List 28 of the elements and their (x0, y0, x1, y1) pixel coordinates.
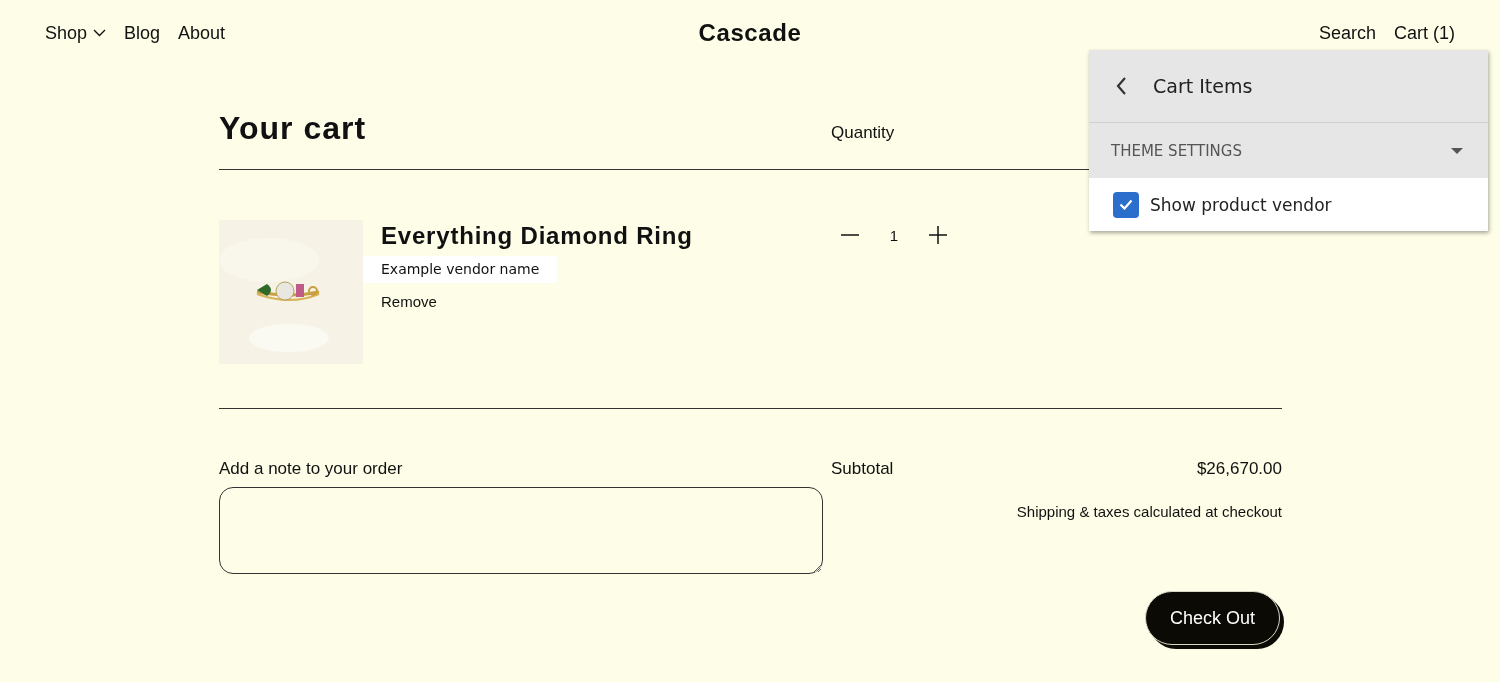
setting-label[interactable]: Show product vendor (1150, 194, 1332, 215)
remove-link[interactable]: Remove (381, 293, 437, 310)
product-name[interactable]: Everything Diamond Ring (381, 222, 693, 250)
chevron-down-icon (93, 29, 107, 37)
section-header[interactable]: THEME SETTINGS (1089, 123, 1488, 178)
column-header: Quantity (831, 123, 895, 144)
back-button[interactable] (1115, 76, 1129, 96)
nav-link[interactable]: Shop (45, 22, 107, 44)
chevron-left-icon (1115, 76, 1127, 96)
page-title: Your cart (219, 110, 368, 147)
quantity-value[interactable]: 1 (869, 226, 919, 244)
shipping-note: Shipping & taxes calculated at checkout (1015, 503, 1282, 520)
checkbox[interactable] (1113, 191, 1139, 218)
nav-link[interactable]: About (178, 22, 226, 44)
note-label: Add a note to your order (219, 459, 404, 479)
panel-title: Cart Items (1153, 75, 1253, 97)
caret-icon (1450, 146, 1464, 155)
vendor-name: Example vendor name (363, 256, 558, 283)
header-link[interactable]: Search (1318, 22, 1376, 44)
subtotal-amount: $26,670.00 (1196, 459, 1282, 479)
store-logo[interactable]: Cascade (698, 19, 802, 47)
nav-link[interactable]: Blog (124, 22, 161, 44)
header-link[interactable]: Cart (1) (1394, 22, 1455, 44)
note-field[interactable] (219, 487, 823, 574)
checkmark-icon (1119, 199, 1133, 210)
plus-icon (929, 226, 947, 244)
minus-icon (841, 234, 859, 236)
subtotal-label: Subtotal (831, 459, 894, 479)
